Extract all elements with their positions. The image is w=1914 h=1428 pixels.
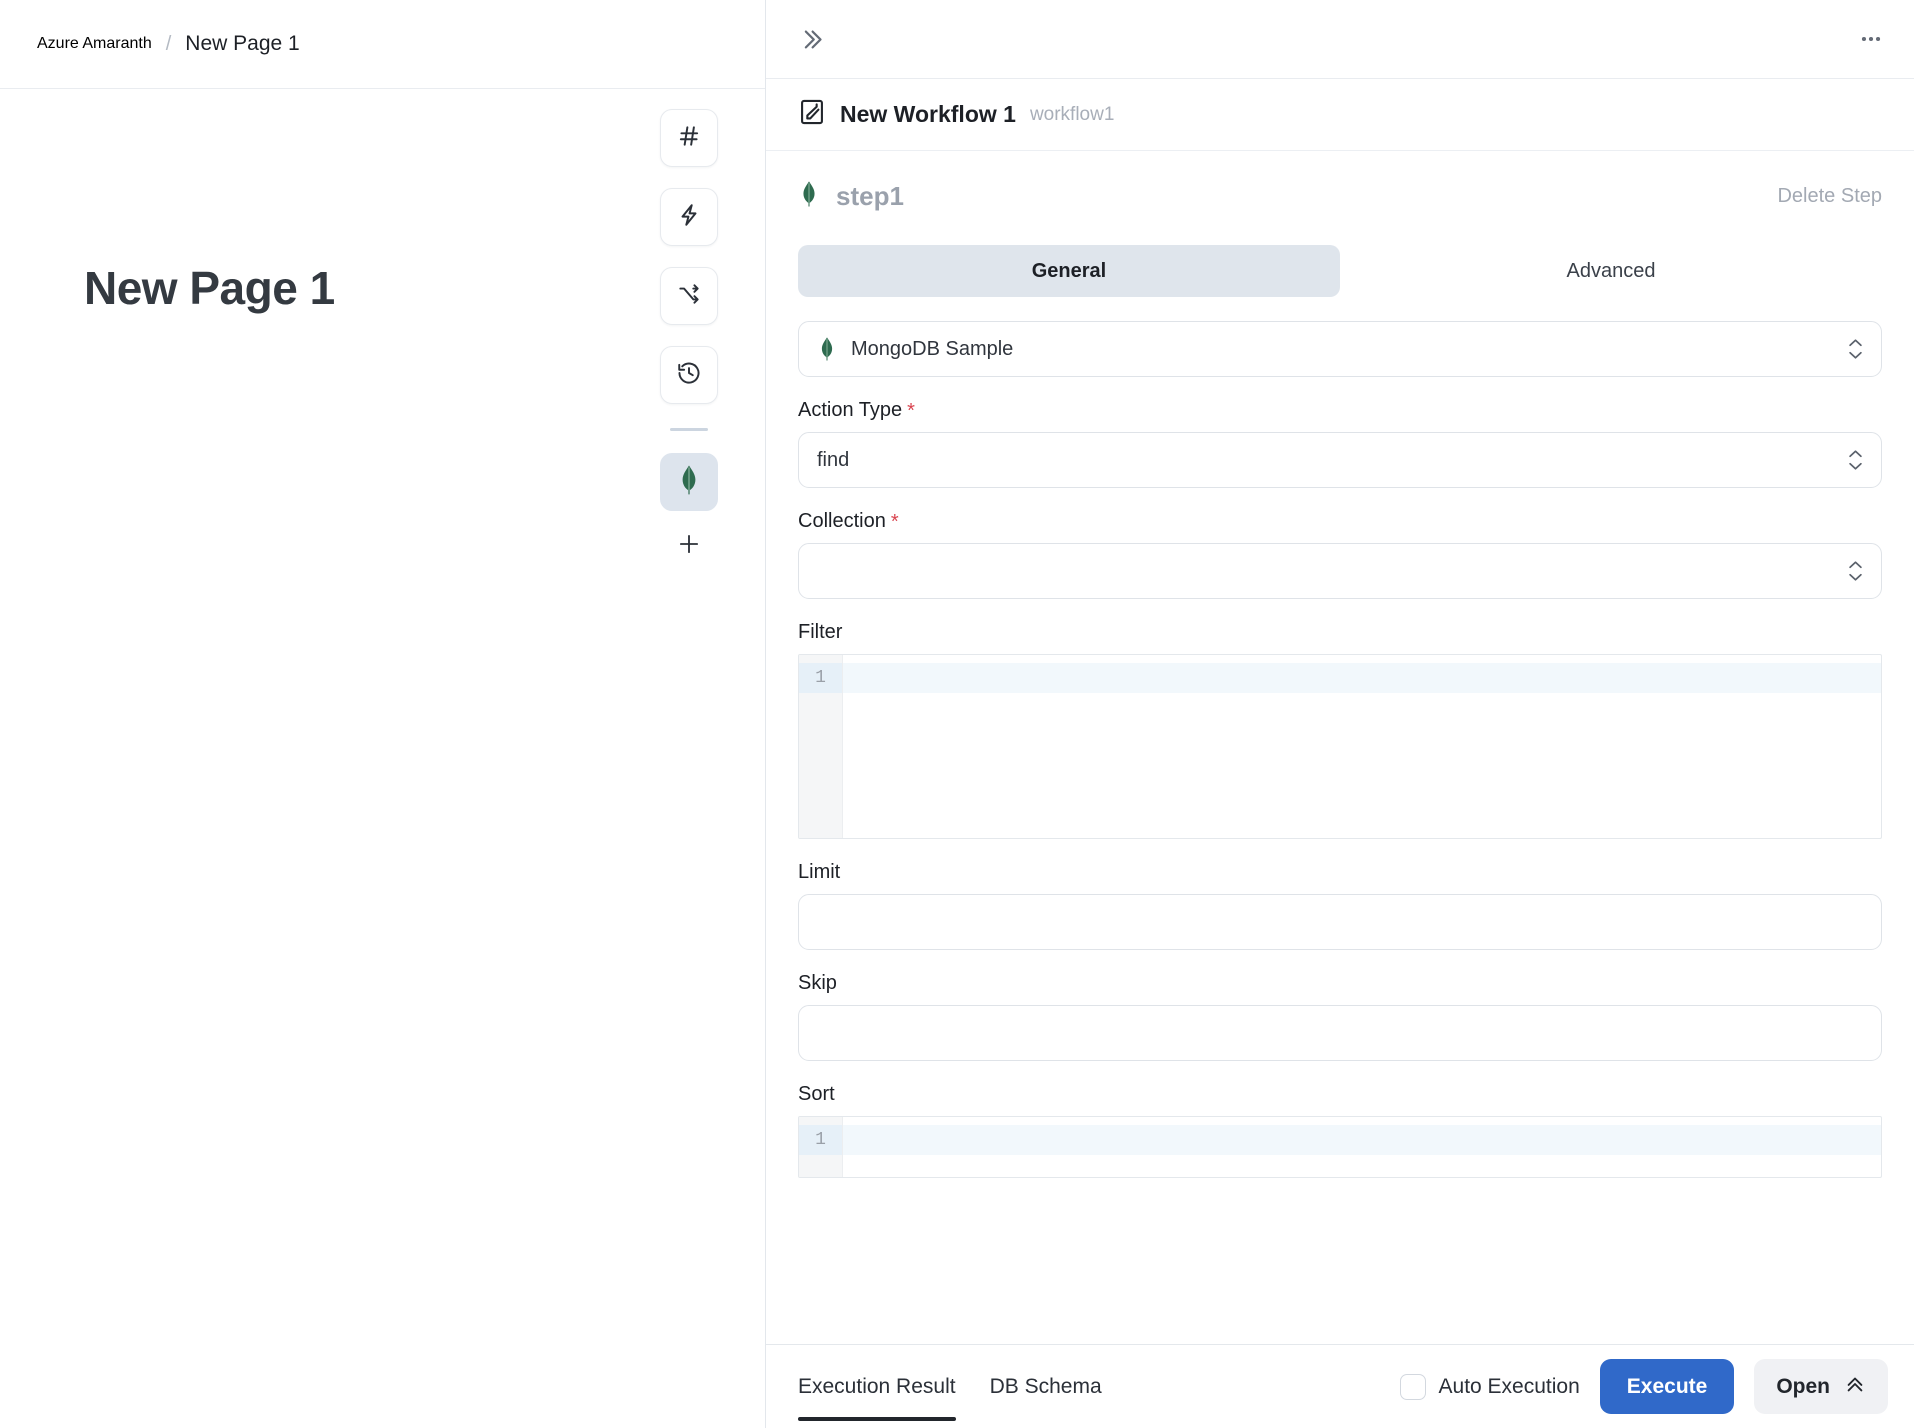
auto-execution-checkbox[interactable] [1399,1373,1426,1400]
step-identity: step1 [798,181,904,212]
chevrons-up-icon [1844,1373,1866,1401]
datasource-value: MongoDB Sample [851,337,1014,360]
history-icon [676,360,702,391]
sort-block: Sort 1 [798,1083,1882,1178]
datasource-select[interactable]: MongoDB Sample [798,321,1882,377]
action-type-label: Action Type * [798,399,1882,422]
auto-execution-toggle[interactable]: Auto Execution [1399,1373,1580,1400]
filter-label-text: Filter [798,621,843,643]
collection-label: Collection * [798,510,1882,533]
plus-icon [676,531,702,562]
skip-block: Skip [798,972,1882,1061]
action-type-label-text: Action Type [798,399,903,421]
chevron-updown-icon [1848,561,1863,582]
toolbar-item-lightning[interactable] [660,188,718,246]
mongodb-leaf-icon [817,337,837,361]
sort-gutter: 1 [799,1117,843,1177]
toolbar-divider [670,428,708,431]
delete-step-button[interactable]: Delete Step [1777,185,1882,208]
workflow-title: New Workflow 1 [840,101,1016,127]
required-marker: * [907,399,915,422]
bottom-actions: Auto Execution Execute Open [1399,1359,1888,1414]
workflow-panel-topbar [766,0,1914,79]
lightning-icon [676,202,702,233]
mongodb-leaf-icon [798,180,820,212]
breadcrumb-root[interactable]: Azure Amaranth [37,35,152,53]
auto-execution-label: Auto Execution [1438,1374,1580,1398]
toolbar-item-hash[interactable] [660,109,718,167]
tab-advanced[interactable]: Advanced [1340,245,1882,297]
line-number: 1 [799,1125,842,1155]
code-line [843,1125,1881,1155]
page-canvas[interactable]: New Page 1 [0,89,765,1428]
step-name[interactable]: step1 [836,181,904,212]
limit-label: Limit [798,861,1882,884]
step-header: step1 Delete Step [798,151,1882,227]
filter-gutter: 1 [799,655,843,838]
more-horizontal-icon[interactable] [1858,26,1884,52]
workflow-header[interactable]: New Workflow 1 workflow1 [766,79,1914,151]
breadcrumb-separator: / [165,32,172,55]
page-title: New Page 1 [84,262,335,314]
required-marker: * [890,510,899,533]
limit-input[interactable] [798,894,1882,950]
sort-label: Sort [798,1083,1882,1106]
datasource-block: MongoDB Sample [798,321,1882,377]
open-button-label: Open [1776,1374,1830,1398]
limit-block: Limit [798,861,1882,950]
tab-general[interactable]: General [798,245,1340,297]
toolbar-item-shuffle[interactable] [660,267,718,325]
toolbar-item-history[interactable] [660,346,718,404]
hash-icon [676,123,702,154]
action-type-select[interactable]: find [798,432,1882,488]
collection-block: Collection * [798,510,1882,599]
filter-code-editor[interactable]: 1 [798,654,1882,839]
chevron-updown-icon [1848,339,1863,360]
limit-label-text: Limit [798,861,841,883]
tab-db-schema[interactable]: DB Schema [990,1345,1102,1428]
workflow-icon [798,98,826,131]
toolbar-item-mongodb[interactable] [660,453,718,511]
mongodb-leaf-icon [676,465,702,500]
step-tabs: General Advanced [798,245,1882,297]
skip-label-text: Skip [798,972,837,994]
workflow-id: workflow1 [1029,103,1115,125]
widget-toolbar [657,109,721,566]
skip-label: Skip [798,972,1882,995]
chevrons-right-icon[interactable] [798,26,825,53]
execution-bottom-bar: Execution Result DB Schema Auto Executio… [766,1344,1914,1428]
filter-block: Filter 1 [798,621,1882,839]
page-editor-panel: Azure Amaranth / New Page 1 New Page 1 [0,0,766,1428]
action-type-block: Action Type * find [798,399,1882,488]
bottom-tabs: Execution Result DB Schema [798,1345,1102,1428]
sort-label-text: Sort [798,1083,835,1105]
breadcrumb: Azure Amaranth / New Page 1 [0,0,765,89]
workflow-step-form: step1 Delete Step General Advanced Mongo [766,151,1914,1428]
toolbar-add-button[interactable] [660,526,718,566]
shuffle-icon [676,281,702,312]
filter-label: Filter [798,621,1882,644]
skip-input[interactable] [798,1005,1882,1061]
line-number: 1 [799,663,842,693]
sort-code-area[interactable] [843,1117,1881,1177]
chevron-updown-icon [1848,450,1863,471]
action-type-value: find [817,448,850,471]
execute-button[interactable]: Execute [1599,1359,1735,1414]
collection-select[interactable] [798,543,1882,599]
filter-code-area[interactable] [843,655,1881,838]
app-root: Azure Amaranth / New Page 1 New Page 1 N… [0,0,1914,1428]
sort-code-editor[interactable]: 1 [798,1116,1882,1178]
open-panel-button[interactable]: Open [1754,1359,1888,1414]
code-line [843,663,1881,693]
collection-label-text: Collection [798,510,886,532]
breadcrumb-current: New Page 1 [185,32,300,55]
tab-execution-result[interactable]: Execution Result [798,1345,956,1428]
workflow-panel: New Workflow 1 workflow1 step1 Delete St… [766,0,1914,1428]
